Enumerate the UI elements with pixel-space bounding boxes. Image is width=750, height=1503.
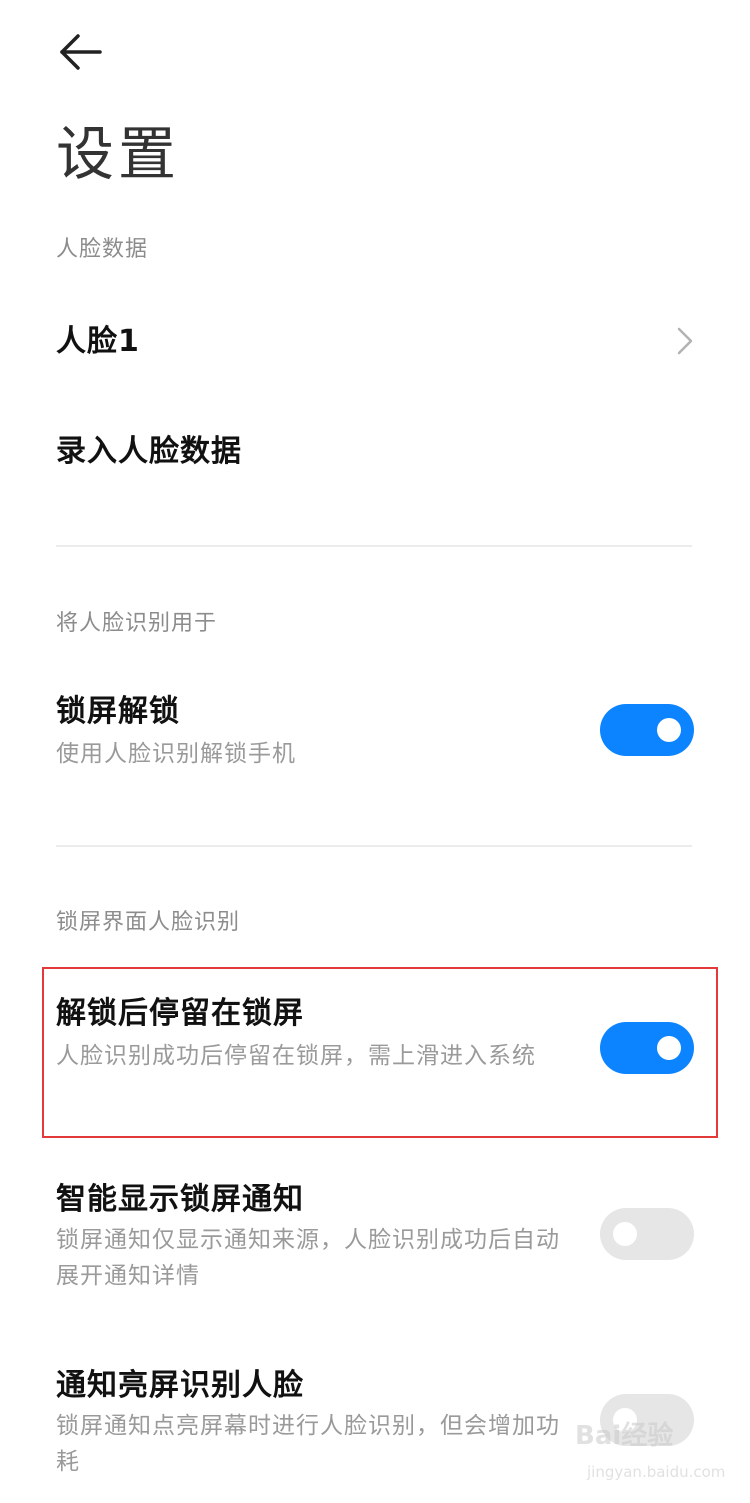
highlight-box — [42, 967, 718, 1138]
smart-notifications-subtitle: 锁屏通知仅显示通知来源，人脸识别成功后自动展开通知详情 — [56, 1227, 560, 1289]
watermark-url: jingyan.baidu.com — [587, 1463, 726, 1481]
lock-unlock-subtitle: 使用人脸识别解锁手机 — [56, 741, 296, 767]
arrow-left-icon — [60, 34, 102, 70]
lock-unlock-title: 锁屏解锁 — [56, 694, 180, 729]
divider — [56, 845, 692, 847]
page-title: 设置 — [56, 120, 181, 188]
watermark: Bai经验 jingyan.baidu.com — [575, 1415, 725, 1495]
notification-wake-subtitle: 锁屏通知点亮屏幕时进行人脸识别，但会增加功耗 — [56, 1413, 560, 1475]
notification-wake-title: 通知亮屏识别人脸 — [56, 1368, 304, 1403]
section-header-face-data: 人脸数据 — [56, 237, 149, 262]
lock-unlock-toggle[interactable] — [600, 704, 694, 756]
toggle-knob — [657, 718, 681, 742]
divider — [56, 545, 692, 547]
smart-notifications-title: 智能显示锁屏通知 — [56, 1182, 304, 1217]
toggle-knob — [613, 1222, 637, 1246]
section-header-use-for: 将人脸识别用于 — [56, 611, 218, 636]
back-button[interactable] — [56, 30, 104, 74]
section-header-lockscreen: 锁屏界面人脸识别 — [56, 910, 241, 935]
smart-notifications-toggle[interactable] — [600, 1208, 694, 1260]
smart-notifications-row[interactable]: 智能显示锁屏通知 锁屏通知仅显示通知来源，人脸识别成功后自动展开通知详情 — [0, 1178, 750, 1298]
chevron-right-icon — [677, 327, 693, 355]
face-item-row[interactable]: 人脸1 — [0, 300, 750, 384]
enroll-face-label: 录入人脸数据 — [56, 434, 242, 469]
watermark-brand: Bai经验 — [575, 1421, 674, 1451]
face-item-label: 人脸1 — [56, 324, 140, 359]
enroll-face-row[interactable]: 录入人脸数据 — [0, 410, 750, 494]
lock-unlock-row[interactable]: 锁屏解锁 使用人脸识别解锁手机 — [0, 690, 750, 780]
